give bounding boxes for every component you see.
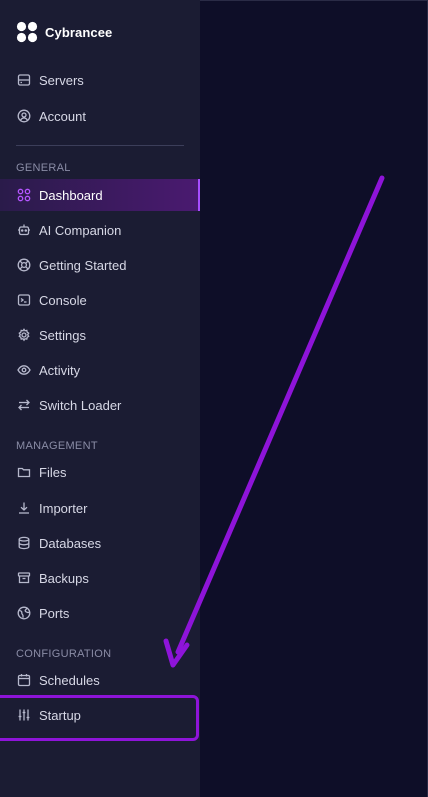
database-icon xyxy=(17,536,31,550)
sidebar-item-backups[interactable]: Backups xyxy=(0,562,200,594)
sidebar: Cybrancee Servers Account GENERAL Dashbo… xyxy=(0,0,200,797)
server-icon xyxy=(17,73,31,87)
sidebar-item-databases[interactable]: Databases xyxy=(0,527,200,559)
main-content xyxy=(200,0,428,797)
terminal-icon xyxy=(17,293,31,307)
divider xyxy=(16,145,184,146)
sidebar-item-settings[interactable]: Settings xyxy=(0,319,200,351)
sidebar-item-label: Console xyxy=(39,292,87,308)
sidebar-item-label: Settings xyxy=(39,327,86,343)
sidebar-item-label: Files xyxy=(39,464,67,480)
sidebar-item-label: Backups xyxy=(39,570,89,586)
sidebar-item-files[interactable]: Files xyxy=(0,456,200,488)
sidebar-item-label: Ports xyxy=(39,605,70,621)
swap-arrows-icon xyxy=(17,398,31,412)
sidebar-item-label: Startup xyxy=(39,707,81,723)
sidebar-item-schedules[interactable]: Schedules xyxy=(0,664,200,696)
folder-icon xyxy=(17,465,31,479)
sidebar-item-label: Importer xyxy=(39,500,88,516)
user-circle-icon xyxy=(17,109,31,123)
section-configuration-title: CONFIGURATION xyxy=(16,648,112,660)
sidebar-item-label: Schedules xyxy=(39,672,100,688)
sidebar-item-activity[interactable]: Activity xyxy=(0,354,200,386)
sidebar-item-label: AI Companion xyxy=(39,222,122,238)
sliders-icon xyxy=(17,708,31,722)
eye-icon xyxy=(17,363,31,377)
sidebar-item-label: Getting Started xyxy=(39,257,127,273)
sidebar-item-startup[interactable]: Startup xyxy=(0,699,200,731)
archive-icon xyxy=(17,571,31,585)
sidebar-item-importer[interactable]: Importer xyxy=(0,492,200,524)
sidebar-item-label: Account xyxy=(39,108,86,124)
cybrancee-logo-icon xyxy=(16,21,38,43)
brand-name: Cybrancee xyxy=(45,24,113,40)
calendar-icon xyxy=(17,673,31,687)
section-management-title: MANAGEMENT xyxy=(16,440,98,452)
section-general-title: GENERAL xyxy=(16,162,71,174)
sidebar-item-label: Dashboard xyxy=(39,187,103,203)
sidebar-item-ai-companion[interactable]: AI Companion xyxy=(0,214,200,246)
sidebar-item-account[interactable]: Account xyxy=(0,100,200,132)
download-icon xyxy=(17,501,31,515)
sidebar-item-label: Activity xyxy=(39,362,81,378)
sidebar-item-ports[interactable]: Ports xyxy=(0,597,200,629)
sidebar-item-label: Switch Loader xyxy=(39,397,122,413)
brand[interactable]: Cybrancee xyxy=(16,20,112,44)
sidebar-item-console[interactable]: Console xyxy=(0,284,200,316)
sidebar-item-label: Databases xyxy=(39,535,102,551)
bot-icon xyxy=(17,223,31,237)
sidebar-item-servers[interactable]: Servers xyxy=(0,64,200,96)
sidebar-item-label: Servers xyxy=(39,72,84,88)
app-window: Cybrancee Servers Account GENERAL Dashbo… xyxy=(0,0,428,797)
sidebar-item-getting-started[interactable]: Getting Started xyxy=(0,249,200,281)
gear-icon xyxy=(17,328,31,342)
lifebuoy-icon xyxy=(17,258,31,272)
grid-icon xyxy=(17,188,31,202)
sidebar-item-switch-loader[interactable]: Switch Loader xyxy=(0,389,200,421)
globe-icon xyxy=(17,606,31,620)
sidebar-item-dashboard[interactable]: Dashboard xyxy=(0,179,200,211)
